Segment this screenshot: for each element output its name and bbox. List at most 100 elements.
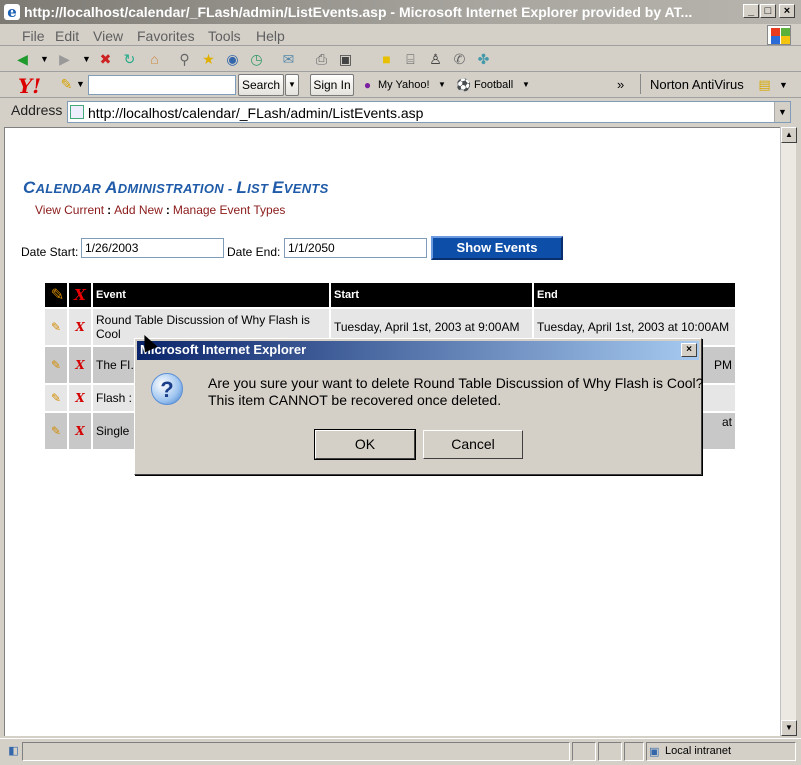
dialog-title[interactable]: Microsoft Internet Explorer <box>137 341 699 360</box>
status-cell <box>624 742 644 761</box>
dialog-message: Are you sure your want to delete Round T… <box>208 375 703 409</box>
favorites-icon[interactable]: ★ <box>200 51 217 68</box>
mail-icon[interactable]: ✉ <box>280 51 297 68</box>
address-label: Address <box>11 102 63 118</box>
manage-event-types-link[interactable]: Manage Event Types <box>173 203 286 217</box>
menu-bar: File Edit View Favorites Tools Help <box>0 24 801 46</box>
address-input[interactable]: http://localhost/calendar/_FLash/admin/L… <box>67 101 791 123</box>
edit-pencil-icon[interactable]: ✎ <box>45 309 67 345</box>
norton-label: Norton AntiVirus <box>650 77 744 92</box>
scroll-up-icon[interactable]: ▲ <box>781 127 797 143</box>
football-icon: ⚽ <box>456 78 471 92</box>
norton-icon[interactable]: ▤ <box>756 76 773 93</box>
delete-x-icon[interactable]: X <box>69 309 91 345</box>
media-icon[interactable]: ◉ <box>224 51 241 68</box>
back-dropdown-icon[interactable]: ▼ <box>36 51 53 68</box>
admin-nav: View Current: Add New: Manage Event Types <box>35 203 285 217</box>
bluetooth-icon[interactable]: ✆ <box>451 51 468 68</box>
discuss-icon[interactable]: ■ <box>378 51 395 68</box>
event-column-header: Event <box>93 283 329 307</box>
view-current-link[interactable]: View Current <box>35 203 104 217</box>
yahoo-toolbar: Y! ✎ ▼ Search ▼ Sign In ● My Yahoo! ▼ ⚽ … <box>0 72 801 98</box>
football-dropdown-icon[interactable]: ▼ <box>522 80 530 89</box>
date-start-input[interactable]: 1/26/2003 <box>81 238 224 258</box>
sign-in-button[interactable]: Sign In <box>310 74 354 96</box>
question-icon: ? <box>151 373 183 405</box>
home-icon[interactable]: ⌂ <box>146 51 163 68</box>
menu-favorites[interactable]: Favorites <box>137 28 195 44</box>
edit-icon[interactable]: ▣ <box>337 51 354 68</box>
window-title-bar[interactable]: e http://localhost/calendar/_FLash/admin… <box>0 0 801 24</box>
forward-dropdown-icon[interactable]: ▼ <box>78 51 95 68</box>
menu-help[interactable]: Help <box>256 28 285 44</box>
history-icon[interactable]: ◷ <box>248 51 265 68</box>
scroll-down-icon[interactable]: ▼ <box>781 720 797 736</box>
back-icon[interactable]: ◀ <box>14 51 31 68</box>
stop-icon[interactable]: ✖ <box>97 51 114 68</box>
edit-pencil-icon[interactable]: ✎ <box>45 385 67 411</box>
end-column-header: End <box>534 283 735 307</box>
yahoo-search-input[interactable] <box>88 75 236 95</box>
messenger-icon[interactable]: ♙ <box>427 51 444 68</box>
nav-separator: : <box>107 203 112 217</box>
date-end-input[interactable]: 1/1/2050 <box>284 238 427 258</box>
yahoo-search-button[interactable]: Search <box>238 74 284 96</box>
cancel-button[interactable]: Cancel <box>423 430 523 459</box>
my-yahoo-dropdown-icon[interactable]: ▼ <box>438 80 446 89</box>
menu-file[interactable]: File <box>22 28 45 44</box>
minimize-icon[interactable]: _ <box>743 4 759 18</box>
heading-rest: IST <box>247 181 273 196</box>
extra-tool-icon[interactable]: ✤ <box>475 51 492 68</box>
heading-rest: ALENDAR <box>35 181 106 196</box>
status-text-cell <box>22 742 570 761</box>
address-dropdown-icon[interactable]: ▼ <box>774 102 790 122</box>
delete-x-icon[interactable]: X <box>69 385 91 411</box>
pencil-icon: ✎ <box>50 287 65 304</box>
heading-rest: VENTS <box>283 181 329 196</box>
address-bar: Address http://localhost/calendar/_FLash… <box>0 99 801 125</box>
confirm-dialog: Microsoft Internet Explorer × ? Are you … <box>134 338 703 475</box>
yahoo-menu-dropdown-icon[interactable]: ▼ <box>72 76 89 93</box>
search-icon[interactable]: ⚲ <box>176 51 193 68</box>
table-header-row: ✎ X Event Start End <box>45 283 735 307</box>
maximize-icon[interactable]: □ <box>760 4 776 18</box>
my-yahoo-icon: ● <box>363 78 372 92</box>
status-cell <box>598 742 622 761</box>
menu-view[interactable]: View <box>93 28 123 44</box>
add-new-link[interactable]: Add New <box>114 203 163 217</box>
intranet-icon: ▣ <box>649 746 660 758</box>
heading-cap: L <box>236 178 248 197</box>
close-icon[interactable]: × <box>779 4 795 18</box>
toolbar-divider <box>640 74 641 94</box>
delete-x-icon[interactable]: X <box>69 413 91 449</box>
forward-icon[interactable]: ▶ <box>56 51 73 68</box>
vertical-scrollbar[interactable]: ▲ ▼ <box>780 127 797 736</box>
football-link[interactable]: Football <box>474 79 513 91</box>
delete-x-icon[interactable]: X <box>69 347 91 383</box>
menu-tools[interactable]: Tools <box>208 28 241 44</box>
show-events-button[interactable]: Show Events <box>431 236 563 260</box>
edit-pencil-icon[interactable]: ✎ <box>45 347 67 383</box>
date-end-label: Date End: <box>227 245 281 259</box>
delete-column-header: X <box>69 283 91 307</box>
delete-x-icon: X <box>74 286 86 304</box>
research-icon[interactable]: ⌸ <box>402 51 419 68</box>
edit-pencil-icon[interactable]: ✎ <box>45 413 67 449</box>
page-icon <box>70 105 84 119</box>
norton-dropdown-icon[interactable]: ▼ <box>779 80 788 90</box>
address-url[interactable]: http://localhost/calendar/_FLash/admin/L… <box>88 105 423 121</box>
date-start-label: Date Start: <box>21 245 79 259</box>
status-bar: ◧ ▣ Local intranet <box>0 738 801 765</box>
ok-button[interactable]: OK <box>314 429 416 460</box>
dialog-close-icon[interactable]: × <box>681 343 697 357</box>
print-icon[interactable]: ⎙ <box>313 51 330 68</box>
menu-edit[interactable]: Edit <box>55 28 79 44</box>
windows-logo-icon <box>767 25 791 45</box>
heading-cap: C <box>23 178 36 197</box>
toolbar-more-chevron[interactable]: » <box>617 77 624 92</box>
refresh-icon[interactable]: ↻ <box>121 51 138 68</box>
my-yahoo-link[interactable]: My Yahoo! <box>378 79 430 91</box>
yahoo-search-dropdown-icon[interactable]: ▼ <box>285 74 299 96</box>
yahoo-logo-icon[interactable]: Y! <box>18 74 41 98</box>
ie-logo-icon: e <box>4 4 20 20</box>
